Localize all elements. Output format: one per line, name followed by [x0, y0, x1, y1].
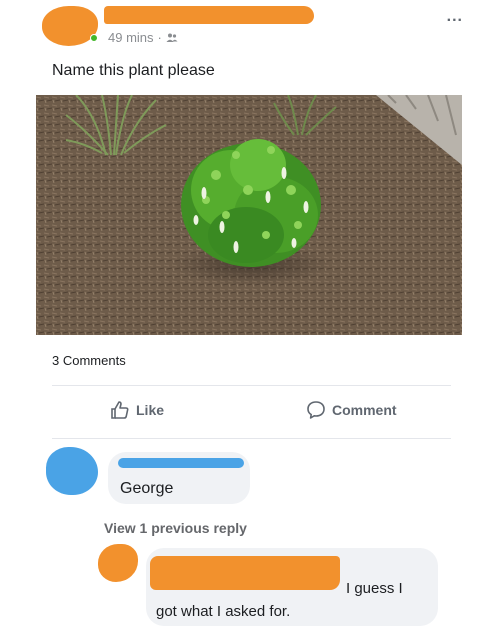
- divider: [52, 385, 451, 386]
- like-label: Like: [136, 402, 165, 418]
- divider: [52, 438, 451, 439]
- comment-button[interactable]: Comment: [306, 400, 397, 420]
- friends-icon[interactable]: [166, 32, 178, 44]
- more-options-icon[interactable]: ...: [447, 8, 463, 26]
- comments-count[interactable]: 3 Comments: [52, 353, 126, 368]
- post-photo[interactable]: [36, 95, 462, 335]
- replier-name-redacted[interactable]: [150, 556, 340, 590]
- commenter-name-redacted[interactable]: [118, 458, 244, 468]
- speech-bubble-icon: [307, 401, 325, 419]
- commenter-avatar-redacted[interactable]: [46, 447, 98, 495]
- post-timestamp[interactable]: 49 mins: [108, 30, 154, 45]
- thumbs-up-icon: [111, 401, 129, 419]
- post-meta: 49 mins ·: [108, 30, 178, 45]
- post-text: Name this plant please: [52, 62, 215, 79]
- comment-text: George: [120, 480, 174, 497]
- view-previous-reply-link[interactable]: View 1 previous reply: [104, 520, 247, 536]
- meta-separator: ·: [157, 30, 162, 45]
- reply-text-line1: I guess I: [346, 580, 403, 597]
- reply-text-line2: got what I asked for.: [156, 603, 291, 620]
- like-button[interactable]: Like: [110, 400, 164, 420]
- post-author-name-redacted[interactable]: [104, 6, 314, 24]
- online-status-dot: [90, 34, 98, 42]
- comment-label: Comment: [332, 402, 397, 418]
- replier-avatar-redacted[interactable]: [98, 544, 138, 582]
